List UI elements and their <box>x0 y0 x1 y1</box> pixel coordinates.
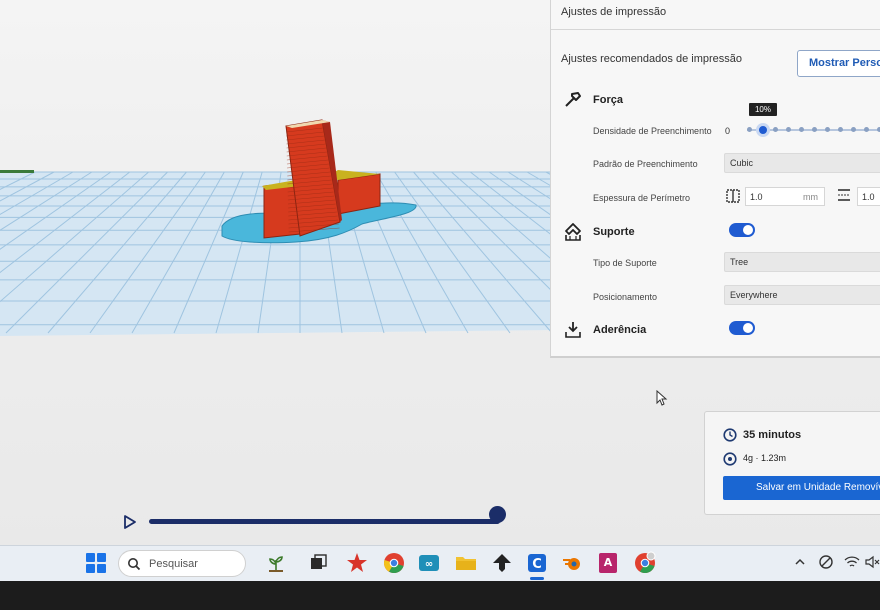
recommended-row: Ajustes recomendados de impressão Mostra… <box>551 44 880 78</box>
toggle-knob <box>743 323 753 333</box>
print-info-panel: 35 minutos 4g · 1.23m Salvar em Unidade … <box>704 411 880 515</box>
infill-density-min: 0 <box>725 126 731 136</box>
support-label: Suporte <box>593 226 635 238</box>
svg-text:∞: ∞ <box>425 559 433 570</box>
print-time: 35 minutos <box>743 429 802 441</box>
start-tile <box>97 553 106 562</box>
top-bottom-thickness-value: 1.0 <box>862 192 875 202</box>
support-placement-select[interactable]: Everywhere <box>724 285 880 305</box>
start-tile <box>86 553 95 562</box>
slider-tick <box>825 127 830 132</box>
search-placeholder: Pesquisar <box>149 558 198 570</box>
blender-icon[interactable] <box>560 551 584 575</box>
slider-thumb[interactable] <box>756 123 770 137</box>
adhesion-toggle[interactable] <box>729 321 755 335</box>
slider-tick <box>747 127 752 132</box>
system-tray <box>790 554 880 574</box>
start-tile <box>97 564 106 573</box>
wifi-icon[interactable] <box>844 554 860 570</box>
support-type-label: Tipo de Suporte <box>593 258 657 268</box>
strength-label: Força <box>593 94 623 106</box>
support-icon <box>565 223 581 241</box>
layer-preview-slider[interactable] <box>149 519 500 524</box>
support-placement-label: Posicionamento <box>593 292 658 302</box>
hammer-icon <box>565 92 581 107</box>
print-settings-panel: Ajustes de impressão Ajustes recomendado… <box>550 0 880 358</box>
slider-tick <box>838 127 843 132</box>
adhesion-label: Aderência <box>593 324 647 336</box>
svg-text:C: C <box>532 557 542 572</box>
support-type-select[interactable]: Tree <box>724 252 880 272</box>
play-icon[interactable] <box>123 514 137 530</box>
search-icon <box>128 558 141 571</box>
plant-widget-icon[interactable] <box>264 551 288 575</box>
autodesk-app-icon[interactable]: A <box>596 551 620 575</box>
recommended-settings-label: Ajustes recomendados de impressão <box>561 53 742 65</box>
adhesion-icon <box>565 322 581 338</box>
speaker-muted-icon[interactable] <box>864 554 880 570</box>
cloud-sync-icon[interactable] <box>818 554 834 570</box>
chevron-up-icon[interactable] <box>794 556 806 568</box>
active-app-indicator <box>530 577 544 580</box>
arduino-icon[interactable]: ∞ <box>417 551 441 575</box>
infill-density-slider[interactable] <box>743 120 880 140</box>
material-usage: 4g · 1.23m <box>743 453 787 463</box>
taskbar-search[interactable]: Pesquisar <box>118 550 246 577</box>
slider-tick <box>799 127 804 132</box>
slider-tick <box>773 127 778 132</box>
chrome-icon[interactable] <box>382 551 406 575</box>
slider-tick <box>864 127 869 132</box>
mouse-cursor-icon <box>656 390 668 406</box>
task-view-icon[interactable] <box>306 551 330 575</box>
panel-header: Ajustes de impressão <box>551 0 880 30</box>
wall-thickness-icon <box>726 189 740 203</box>
infill-pattern-select[interactable]: Cubic <box>724 153 880 173</box>
file-explorer-icon[interactable] <box>454 551 478 575</box>
infill-density-tooltip: 10% <box>749 103 777 116</box>
star-app-icon[interactable] <box>345 551 369 575</box>
slider-tick <box>851 127 856 132</box>
wall-thickness-value: 1.0 <box>750 192 763 202</box>
windows-start-button[interactable] <box>86 553 106 573</box>
inkscape-icon[interactable] <box>490 551 514 575</box>
save-to-removable-drive-button[interactable]: Salvar em Unidade Removível <box>723 476 880 500</box>
infill-pattern-label: Padrão de Preenchimento <box>593 159 698 169</box>
toggle-knob <box>743 225 753 235</box>
start-tile <box>86 564 95 573</box>
show-custom-button[interactable]: Mostrar Personalizado <box>797 50 880 77</box>
slider-tick <box>812 127 817 132</box>
filament-spool-icon <box>723 452 737 466</box>
chrome-profile-icon[interactable] <box>633 551 657 575</box>
top-bottom-thickness-icon <box>838 189 850 201</box>
infill-density-label: Densidade de Preenchimento <box>593 126 712 136</box>
wall-thickness-unit: mm <box>803 192 818 202</box>
support-toggle[interactable] <box>729 223 755 237</box>
monitor-bezel <box>0 581 880 610</box>
clock-icon <box>723 428 737 442</box>
plate-edge-marker <box>0 170 34 173</box>
cura-icon[interactable]: C <box>525 551 549 575</box>
layer-preview-handle[interactable] <box>489 506 506 523</box>
slider-tick <box>786 127 791 132</box>
top-bottom-thickness-input[interactable]: 1.0 <box>857 187 880 206</box>
wall-thickness-label: Espessura de Perímetro <box>593 193 691 203</box>
taskbar: Pesquisar ∞ C A <box>0 545 880 581</box>
svg-text:A: A <box>604 556 613 569</box>
